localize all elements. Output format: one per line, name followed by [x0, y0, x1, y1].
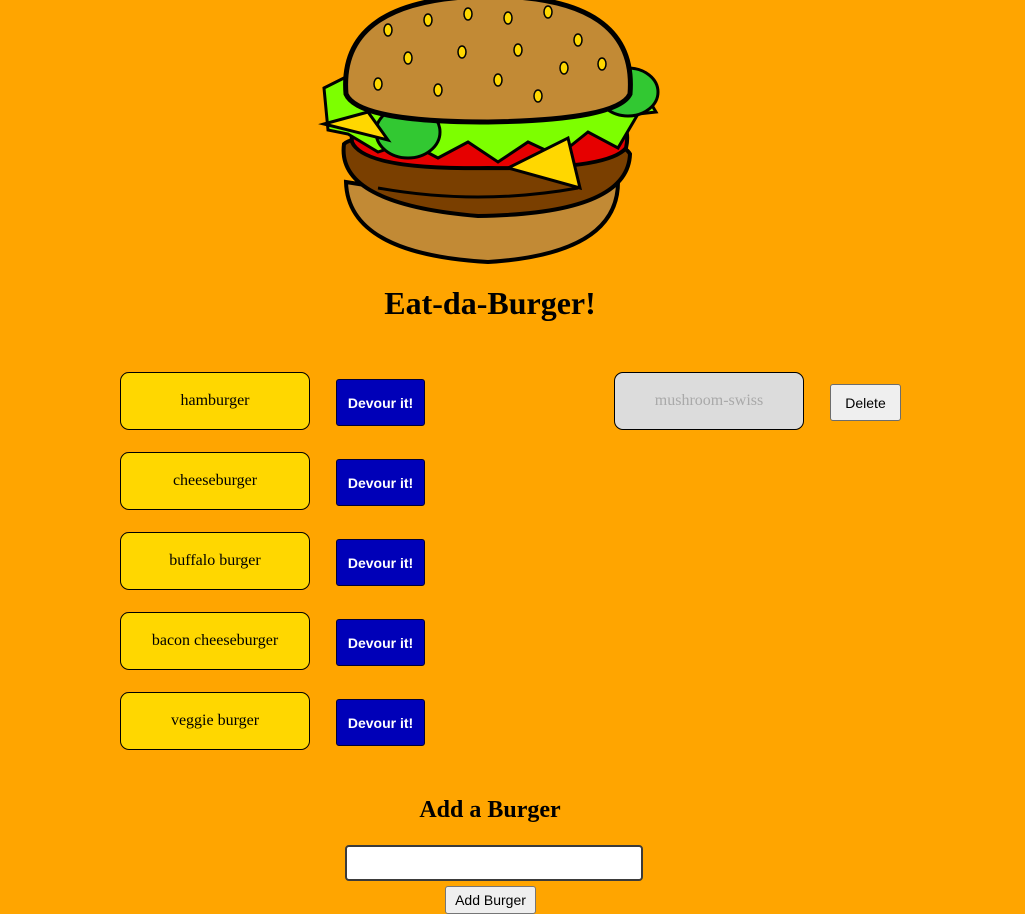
burger-name: cheeseburger	[120, 452, 310, 510]
devour-button[interactable]: Devour it!	[336, 699, 425, 746]
devour-button[interactable]: Devour it!	[336, 379, 425, 426]
devoured-burger-name: mushroom-swiss	[614, 372, 804, 430]
burger-name: veggie burger	[120, 692, 310, 750]
burger-name: bacon cheeseburger	[120, 612, 310, 670]
page-title: Eat-da-Burger!	[384, 285, 596, 321]
delete-button[interactable]: Delete	[830, 384, 901, 421]
devour-button[interactable]: Devour it!	[336, 459, 425, 506]
devour-button[interactable]: Devour it!	[336, 619, 425, 666]
burger-name-input[interactable]	[345, 845, 643, 881]
burger-name: buffalo burger	[120, 532, 310, 590]
add-burger-heading: Add a Burger	[419, 797, 561, 823]
burger-name: hamburger	[120, 372, 310, 430]
devour-button[interactable]: Devour it!	[336, 539, 425, 586]
burger-logo-image	[318, 0, 660, 265]
